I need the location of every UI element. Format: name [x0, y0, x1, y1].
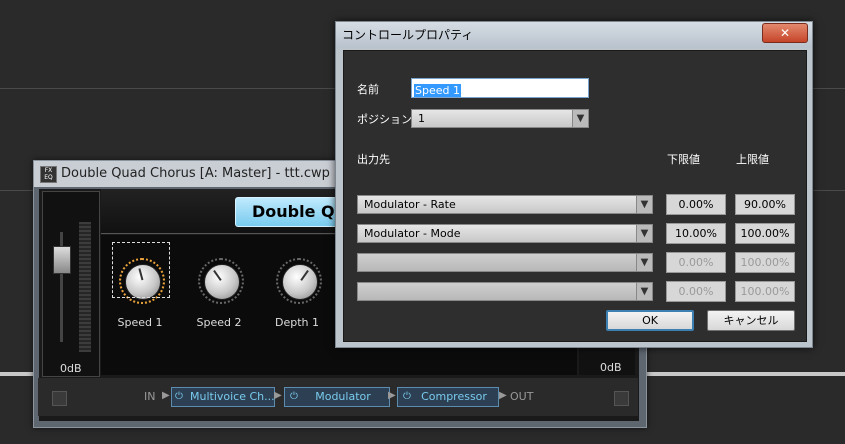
- input-fader-handle[interactable]: [53, 246, 71, 274]
- max-value-field[interactable]: 100.00%: [735, 281, 795, 302]
- selection-bracket: [112, 242, 170, 298]
- chevron-down-icon[interactable]: ▼: [636, 254, 652, 271]
- chevron-down-icon[interactable]: ▼: [636, 225, 652, 242]
- max-value-field[interactable]: 100.00%: [735, 252, 795, 273]
- min-value-field[interactable]: 10.00%: [666, 223, 726, 244]
- close-button[interactable]: ✕: [762, 23, 808, 43]
- cancel-button[interactable]: キャンセル: [707, 310, 795, 331]
- knob-0: Speed 1: [105, 242, 175, 338]
- chevron-down-icon[interactable]: ▼: [636, 283, 652, 300]
- name-field[interactable]: Speed 1: [411, 78, 589, 98]
- control-properties-dialog: コントロールプロパティ ✕ 名前 Speed 1 ポジション 1 ▼ 出力先 下…: [335, 21, 813, 348]
- position-select-value: 1: [418, 112, 425, 125]
- knob-2: Depth 1: [262, 258, 332, 338]
- fx-icon: FX EQ: [40, 166, 57, 183]
- close-icon: ✕: [779, 26, 791, 40]
- rotary-knob[interactable]: [282, 264, 318, 300]
- output-target-label: 出力先: [357, 153, 390, 166]
- input-fader-panel: 0dB: [42, 191, 100, 377]
- knob-1: Speed 2: [184, 258, 254, 338]
- min-value-field[interactable]: 0.00%: [666, 194, 726, 215]
- min-value-label: 下限値: [667, 153, 700, 166]
- min-value-field[interactable]: 0.00%: [666, 281, 726, 302]
- max-value-field[interactable]: 90.00%: [735, 194, 795, 215]
- rotary-knob[interactable]: [204, 264, 240, 300]
- output-target-value: Modulator - Mode: [364, 227, 461, 240]
- input-level-meter: [79, 222, 91, 352]
- dialog-body: 名前 Speed 1 ポジション 1 ▼ 出力先 下限値 上限値 Modulat…: [343, 50, 807, 342]
- knob-label: Speed 1: [117, 316, 163, 329]
- chevron-down-icon[interactable]: ▼: [636, 196, 652, 213]
- min-value-field[interactable]: 0.00%: [666, 252, 726, 273]
- output-target-select[interactable]: ▼: [357, 282, 653, 301]
- plugin-title: Double Quad Chorus [A: Master] - ttt.cwp: [61, 166, 330, 181]
- cancel-button-label: キャンセル: [723, 314, 779, 327]
- output-target-value: Modulator - Rate: [364, 198, 456, 211]
- ok-button-label: OK: [642, 314, 658, 327]
- name-field-value: Speed 1: [414, 84, 461, 97]
- knob-pointer: [300, 269, 309, 281]
- position-label: ポジション: [357, 113, 412, 126]
- max-value-field[interactable]: 100.00%: [735, 223, 795, 244]
- output-level-label: 0dB: [600, 361, 622, 374]
- knob-label: Speed 2: [196, 316, 242, 329]
- max-value-label: 上限値: [736, 153, 769, 166]
- dialog-title-bar[interactable]: コントロールプロパティ ✕: [336, 22, 812, 48]
- knob-label: Depth 1: [275, 316, 319, 329]
- output-target-select[interactable]: ▼: [357, 253, 653, 272]
- input-fader-label: 0dB: [60, 362, 82, 375]
- position-select[interactable]: 1 ▼: [411, 109, 589, 128]
- ok-button[interactable]: OK: [606, 310, 694, 331]
- output-target-select[interactable]: Modulator - Mode ▼: [357, 224, 653, 243]
- chevron-down-icon[interactable]: ▼: [572, 110, 588, 127]
- knob-pointer: [213, 269, 222, 281]
- name-label: 名前: [357, 83, 379, 96]
- output-target-select[interactable]: Modulator - Rate ▼: [357, 195, 653, 214]
- dialog-title: コントロールプロパティ: [342, 28, 474, 42]
